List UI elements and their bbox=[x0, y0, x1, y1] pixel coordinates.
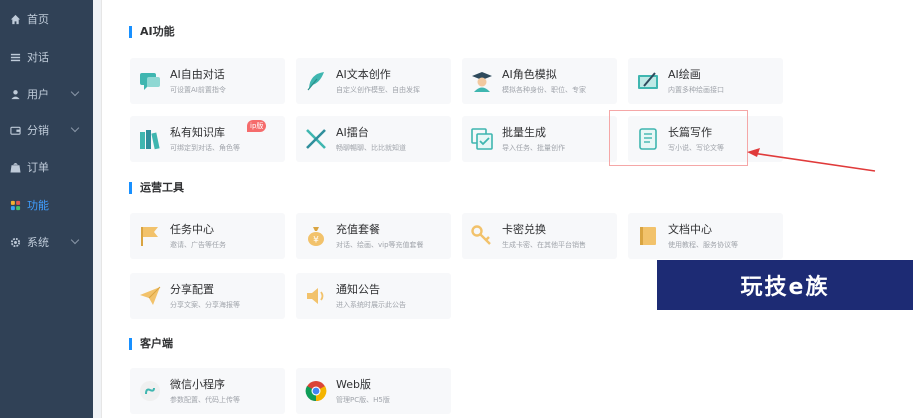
svg-text:¥: ¥ bbox=[313, 236, 319, 246]
content-panel: AI功能 AI自由对话 可设置AI前置指令 AI文本创作 自定义创作模型、自由发… bbox=[101, 0, 913, 418]
card-recharge[interactable]: ¥ 充值套餐 对话、绘画、vip等充值套餐 bbox=[296, 213, 451, 259]
card-desc: 畅聊暢聊、比比就知道 bbox=[336, 144, 406, 152]
chevron-down-icon bbox=[70, 235, 80, 245]
card-mini-program[interactable]: 微信小程序 参数配置、代码上传等 bbox=[130, 368, 285, 414]
card-title: 私有知识库 bbox=[170, 126, 225, 139]
card-desc: 分享文案、分享海报等 bbox=[170, 301, 240, 309]
card-title: AI角色模拟 bbox=[502, 68, 557, 81]
list-icon bbox=[9, 51, 21, 63]
gear-icon bbox=[9, 236, 21, 248]
card-desc: 邀请、广告等任务 bbox=[170, 241, 226, 249]
card-redeem-code[interactable]: 卡密兑换 生成卡密、在其他平台销售 bbox=[462, 213, 617, 259]
card-desc: 使用教程、服务协议等 bbox=[668, 241, 738, 249]
grid-icon bbox=[9, 199, 21, 211]
card-doc-center[interactable]: 文档中心 使用教程、服务协议等 bbox=[628, 213, 783, 259]
card-long-writing[interactable]: 长篇写作 写小说、写论文等 bbox=[628, 116, 783, 162]
sidebar-item-label: 用户 bbox=[27, 88, 49, 101]
home-icon bbox=[9, 13, 21, 25]
card-title: 卡密兑换 bbox=[502, 223, 546, 236]
card-desc: 对话、绘画、vip等充值套餐 bbox=[336, 241, 424, 249]
card-title: 任务中心 bbox=[170, 223, 214, 236]
card-desc: 模拟各种身份、职位、专家 bbox=[502, 86, 586, 94]
books-icon bbox=[140, 130, 160, 150]
card-title: 文档中心 bbox=[668, 223, 712, 236]
card-batch-generate[interactable]: 批量生成 导入任务、批量创作 bbox=[462, 116, 617, 162]
chevron-down-icon bbox=[70, 123, 80, 133]
version-badge: ip版 bbox=[247, 120, 267, 132]
feather-pen-icon bbox=[307, 72, 324, 91]
easel-icon bbox=[638, 72, 658, 89]
sidebar-item-label: 订单 bbox=[27, 161, 49, 174]
main-area: AI功能 AI自由对话 可设置AI前置指令 AI文本创作 自定义创作模型、自由发… bbox=[93, 0, 913, 418]
browser-icon bbox=[305, 381, 327, 402]
card-ai-role[interactable]: AI角色模拟 模拟各种身份、职位、专家 bbox=[462, 58, 617, 104]
card-desc: 自定义创作模型、自由发挥 bbox=[336, 86, 420, 94]
sidebar-item-users[interactable]: 用户 bbox=[0, 76, 93, 112]
book-icon bbox=[640, 227, 656, 245]
card-title: 分享配置 bbox=[170, 283, 214, 296]
bag-icon bbox=[9, 161, 21, 173]
sidebar: 首页 对话 用户 分销 订单 功能 系统 bbox=[0, 0, 93, 418]
sidebar-item-label: 分销 bbox=[27, 124, 49, 137]
card-ai-chat[interactable]: AI自由对话 可设置AI前置指令 bbox=[130, 58, 285, 104]
speaker-icon bbox=[307, 288, 324, 304]
card-task-center[interactable]: 任务中心 邀请、广告等任务 bbox=[130, 213, 285, 259]
key-icon bbox=[471, 225, 491, 245]
card-notice[interactable]: 通知公告 进入系统时展示此公告 bbox=[296, 273, 451, 319]
card-title: 充值套餐 bbox=[336, 223, 380, 236]
graduate-icon bbox=[472, 72, 492, 92]
card-title: 长篇写作 bbox=[668, 126, 712, 139]
card-desc: 管理PC版、H5版 bbox=[336, 396, 390, 404]
watermark-banner: 玩技e族 bbox=[657, 260, 913, 310]
card-desc: 可绑定到对话、角色等 bbox=[170, 144, 240, 152]
card-web[interactable]: Web版 管理PC版、H5版 bbox=[296, 368, 451, 414]
chevron-down-icon bbox=[70, 87, 80, 97]
card-title: AI自由对话 bbox=[170, 68, 225, 81]
card-desc: 写小说、写论文等 bbox=[668, 144, 724, 152]
sidebar-item-label: 功能 bbox=[27, 199, 49, 212]
section-title-ai: AI功能 bbox=[129, 26, 175, 38]
card-desc: 导入任务、批量创作 bbox=[502, 144, 565, 152]
card-knowledge-base[interactable]: 私有知识库 可绑定到对话、角色等 ip版 bbox=[130, 116, 285, 162]
card-title: AI文本创作 bbox=[336, 68, 391, 81]
card-ai-arena[interactable]: AI擂台 畅聊暢聊、比比就知道 bbox=[296, 116, 451, 162]
sidebar-item-features[interactable]: 功能 bbox=[0, 187, 93, 223]
card-share-config[interactable]: 分享配置 分享文案、分享海报等 bbox=[130, 273, 285, 319]
flag-icon bbox=[141, 227, 158, 246]
mini-program-icon bbox=[140, 381, 160, 401]
section-title-client: 客户端 bbox=[129, 338, 173, 350]
scroll-document-icon bbox=[639, 128, 657, 150]
sidebar-item-distribution[interactable]: 分销 bbox=[0, 112, 93, 148]
card-title: AI擂台 bbox=[336, 126, 369, 139]
card-desc: 生成卡密、在其他平台销售 bbox=[502, 241, 586, 249]
crossed-swords-icon bbox=[306, 129, 326, 149]
card-desc: 进入系统时展示此公告 bbox=[336, 301, 406, 309]
sidebar-item-label: 首页 bbox=[27, 13, 49, 26]
batch-check-icon bbox=[471, 128, 493, 150]
sidebar-item-system[interactable]: 系统 bbox=[0, 224, 93, 260]
money-bag-icon: ¥ bbox=[308, 227, 324, 246]
card-desc: 内置多种绘画接口 bbox=[668, 86, 724, 94]
card-title: Web版 bbox=[336, 378, 371, 391]
card-title: 微信小程序 bbox=[170, 378, 225, 391]
sidebar-item-home[interactable]: 首页 bbox=[0, 1, 93, 37]
card-ai-writing[interactable]: AI文本创作 自定义创作模型、自由发挥 bbox=[296, 58, 451, 104]
user-icon bbox=[9, 88, 21, 100]
card-desc: 参数配置、代码上传等 bbox=[170, 396, 240, 404]
sidebar-item-chat[interactable]: 对话 bbox=[0, 39, 93, 75]
sidebar-item-label: 对话 bbox=[27, 51, 49, 64]
sidebar-item-orders[interactable]: 订单 bbox=[0, 149, 93, 185]
card-ai-painting[interactable]: AI绘画 内置多种绘画接口 bbox=[628, 58, 783, 104]
chat-bubble-icon bbox=[140, 73, 160, 90]
paper-plane-icon bbox=[140, 286, 161, 305]
card-title: 通知公告 bbox=[336, 283, 380, 296]
wallet-icon bbox=[9, 124, 21, 136]
sidebar-item-label: 系统 bbox=[27, 236, 49, 249]
card-desc: 可设置AI前置指令 bbox=[170, 86, 226, 94]
section-title-ops: 运营工具 bbox=[129, 182, 184, 194]
card-title: AI绘画 bbox=[668, 68, 701, 81]
card-title: 批量生成 bbox=[502, 126, 546, 139]
